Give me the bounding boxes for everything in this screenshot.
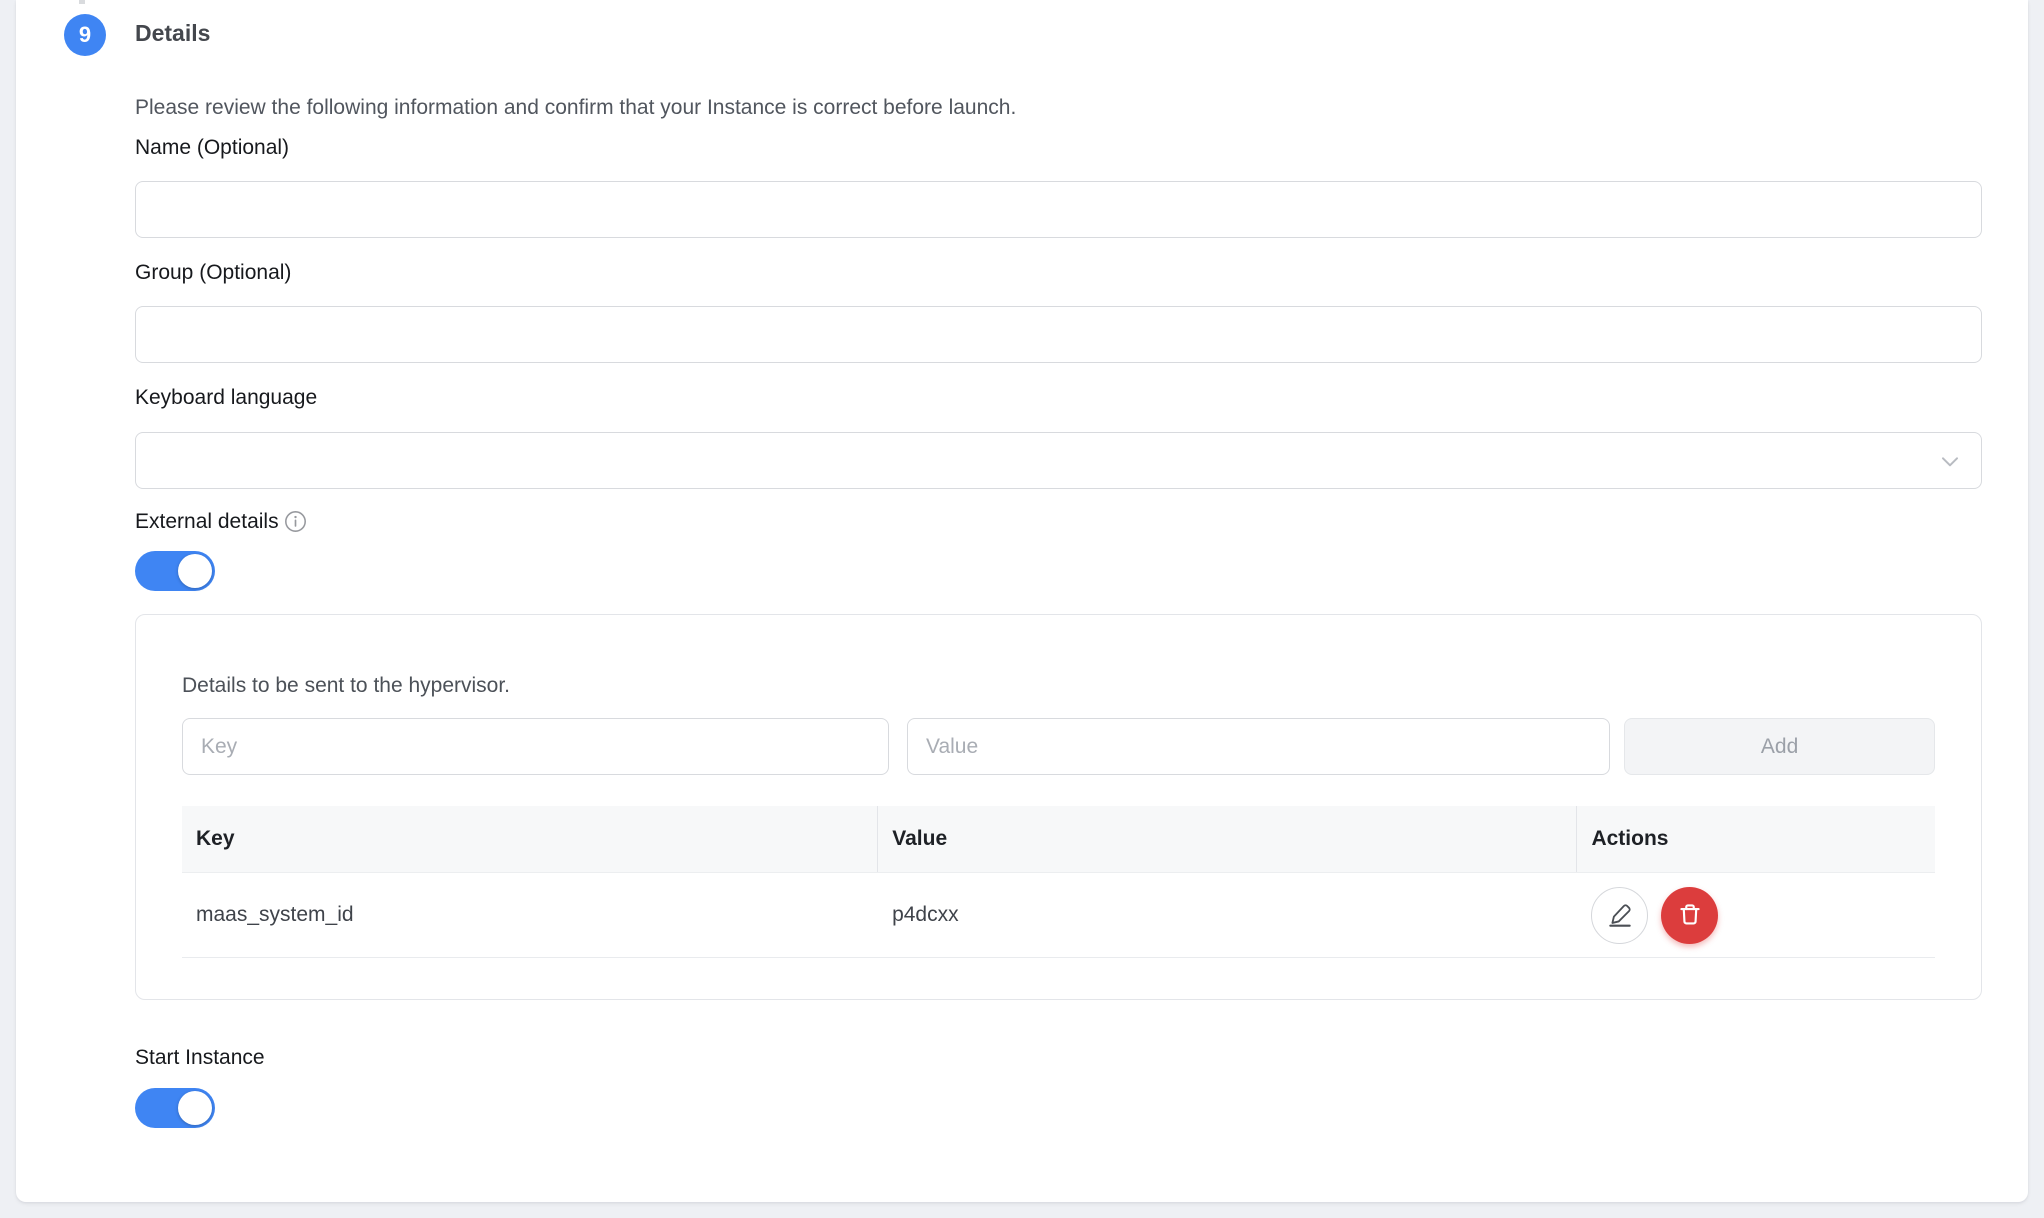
chevron-down-icon — [1937, 448, 1963, 474]
external-details-toggle[interactable] — [135, 551, 215, 591]
name-input[interactable] — [135, 181, 1982, 238]
toggle-knob — [178, 554, 212, 588]
key-input[interactable] — [182, 718, 889, 775]
row-actions-cell — [1577, 887, 1935, 944]
value-input[interactable] — [907, 718, 1610, 775]
edit-button[interactable] — [1591, 887, 1648, 944]
row-key-cell: maas_system_id — [182, 903, 878, 927]
name-label: Name (Optional) — [135, 133, 1982, 162]
hypervisor-description: Details to be sent to the hypervisor. — [182, 671, 1935, 700]
table-row: maas_system_id p4dcxx — [182, 873, 1935, 958]
step-number-badge: 9 — [64, 14, 106, 56]
step-connector — [79, 0, 85, 4]
details-step-card: 9 Details Please review the following in… — [16, 0, 2028, 1202]
row-value-cell: p4dcxx — [878, 903, 1577, 927]
table-header-actions: Actions — [1576, 806, 1935, 872]
key-value-input-row: Add — [182, 718, 1935, 775]
add-button[interactable]: Add — [1624, 718, 1935, 775]
group-label: Group (Optional) — [135, 258, 1982, 287]
table-header-key: Key — [182, 806, 877, 872]
group-input[interactable] — [135, 306, 1982, 363]
keyboard-language-label: Keyboard language — [135, 383, 1982, 412]
start-instance-toggle[interactable] — [135, 1088, 215, 1128]
details-table: Key Value Actions maas_system_id p4dcxx — [182, 806, 1935, 958]
start-instance-label: Start Instance — [135, 1043, 1982, 1072]
keyboard-language-select[interactable] — [135, 432, 1982, 489]
table-header-value: Value — [877, 806, 1576, 872]
table-header-row: Key Value Actions — [182, 806, 1935, 873]
external-details-label-row: External details — [135, 507, 1982, 536]
toggle-knob — [178, 1091, 212, 1125]
pencil-icon — [1605, 900, 1635, 930]
external-details-panel: Details to be sent to the hypervisor. Ad… — [135, 614, 1982, 1000]
delete-button[interactable] — [1661, 887, 1718, 944]
step-title: Details — [135, 16, 1982, 50]
intro-text: Please review the following information … — [135, 93, 1982, 122]
external-details-label: External details — [135, 507, 279, 536]
info-icon[interactable] — [283, 509, 308, 534]
trash-icon — [1675, 900, 1705, 930]
